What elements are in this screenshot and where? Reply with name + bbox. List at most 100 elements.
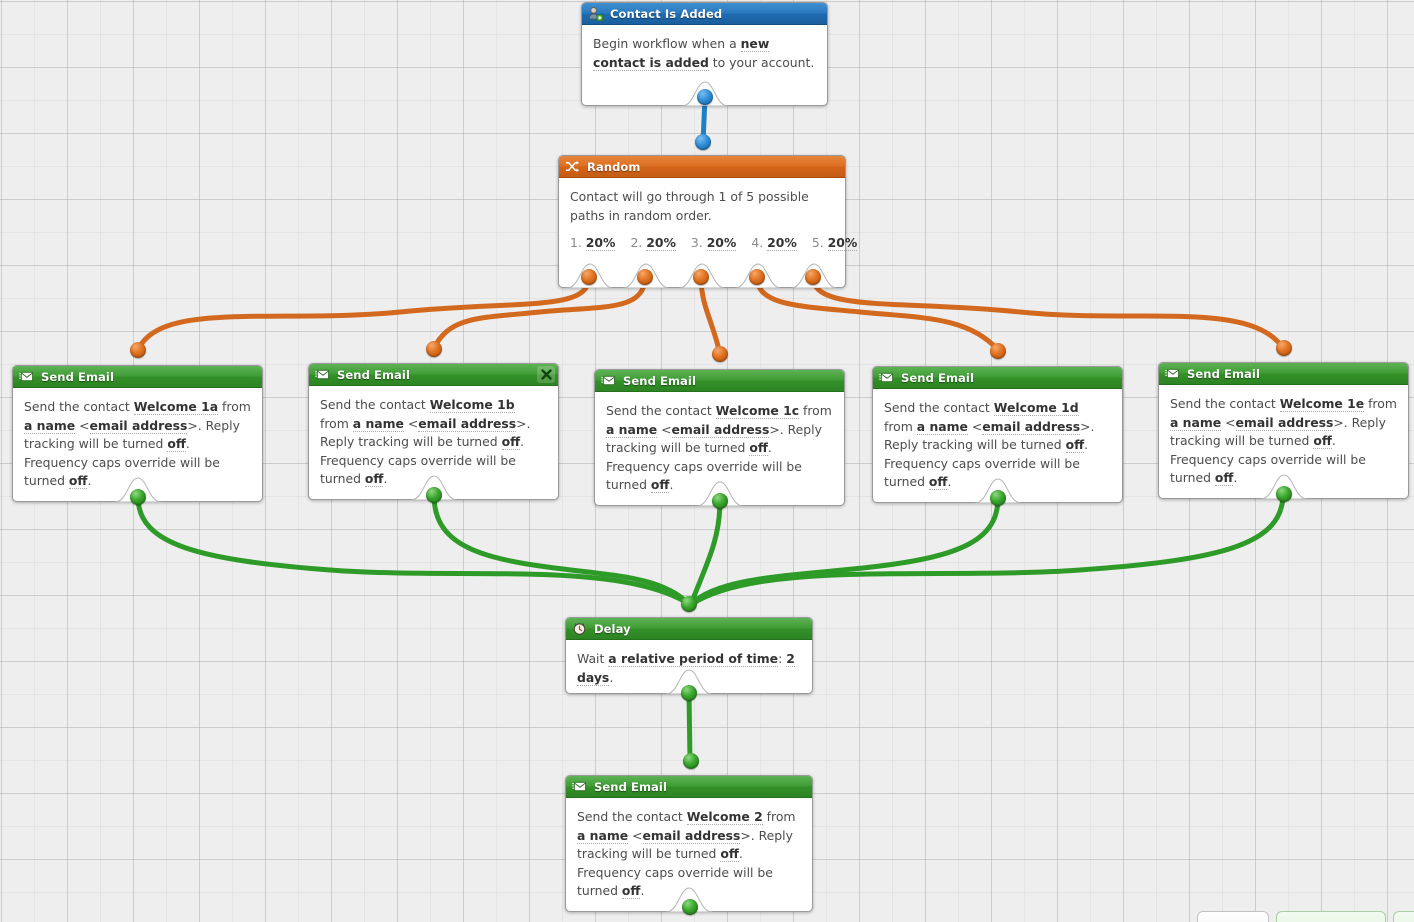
email-1c-input-knob[interactable] (712, 346, 728, 362)
node-random[interactable]: Random Contact will go through 1 of 5 po… (558, 155, 858, 288)
node-header[interactable]: Send Email (1159, 363, 1408, 385)
node-send-email-2[interactable]: Send Email Send the contact Welcome 2 fr… (565, 775, 813, 912)
random-output-knob-4[interactable] (749, 269, 765, 285)
envelope-icon (19, 371, 34, 382)
wire-1e-to-delay (689, 491, 1286, 607)
node-title: Delay (594, 621, 631, 636)
email-prefix: Send the contact (1170, 396, 1280, 411)
trigger-text-1: Begin workflow when a (593, 36, 741, 51)
delay-wait-type: a relative period of time (608, 651, 779, 667)
email-from-address: email address (982, 418, 1081, 435)
random-output-knob-1[interactable] (581, 269, 597, 285)
email-period: . (383, 471, 388, 487)
random-path-2[interactable]: 2. 20% (630, 235, 676, 252)
email-angle-open: < (967, 418, 983, 434)
email-angle-open: < (628, 827, 643, 843)
node-header[interactable]: Send Email (309, 364, 558, 386)
email-1a-output-knob[interactable] (130, 489, 146, 505)
envelope-icon (601, 375, 616, 386)
email-reply-tracking-value: off (167, 436, 186, 453)
email-from-address: email address (1235, 414, 1334, 431)
node-delay[interactable]: Delay Wait a relative period of time: 2 … (565, 617, 813, 694)
email-from-name: a name (606, 421, 658, 438)
email-period: . (947, 474, 952, 490)
node-header[interactable]: Send Email (566, 776, 812, 798)
email-from-address: email address (671, 421, 770, 438)
delay-input-knob[interactable] (681, 596, 697, 612)
email-from-label: from (1364, 396, 1397, 411)
node-title: Send Email (337, 367, 410, 382)
random-output-knob-5[interactable] (805, 269, 821, 285)
email-prefix: Send the contact (606, 403, 716, 418)
random-output-knob-2[interactable] (637, 269, 653, 285)
email-name: Welcome 1c (715, 403, 800, 419)
email-reply-tracking-value: off (749, 440, 768, 457)
node-title: Send Email (1187, 366, 1260, 381)
toolbar-button-2[interactable] (1276, 911, 1386, 922)
email-1a-input-knob[interactable] (130, 342, 146, 358)
random-path-1[interactable]: 1. 20% (570, 235, 616, 252)
node-send-email-1c[interactable]: Send Email Send the contact Welcome 1c f… (594, 369, 845, 506)
email-prefix: Send the contact (884, 400, 994, 415)
random-path-4[interactable]: 4. 20% (751, 235, 797, 252)
envelope-icon (879, 372, 894, 383)
node-header[interactable]: Send Email (595, 370, 844, 392)
email-from-name: a name (352, 415, 404, 432)
node-header[interactable]: Send Email (13, 366, 262, 388)
email-1e-input-knob[interactable] (1276, 340, 1292, 356)
email-from-label: from (884, 418, 917, 434)
email-from-address: email address (89, 417, 188, 434)
contact-add-icon (588, 7, 603, 21)
node-body: Begin workflow when a new contact is add… (582, 25, 827, 82)
node-send-email-1a[interactable]: Send Email Send the contact Welcome 1a f… (12, 365, 263, 502)
email-reply-tracking-value: off (720, 846, 739, 863)
email-from-label: from (762, 809, 796, 824)
email-1b-input-knob[interactable] (426, 341, 442, 357)
node-header[interactable]: Send Email (873, 367, 1122, 389)
workflow-canvas[interactable]: Contact Is Added Begin workflow when a n… (0, 0, 1414, 922)
node-header[interactable]: Random (559, 156, 845, 178)
email-angle-close: > (740, 827, 751, 843)
node-send-email-1b[interactable]: Send Email Send the contact Welcome 1b f… (308, 363, 559, 500)
email-angle-open: < (403, 415, 419, 431)
random-input-knob[interactable] (695, 134, 711, 150)
node-body: Send the contact Welcome 1e from a name … (1159, 385, 1408, 498)
envelope-icon (1165, 368, 1180, 379)
email-name: Welcome 1a (133, 399, 219, 415)
node-send-email-1d[interactable]: Send Email Send the contact Welcome 1d f… (872, 366, 1123, 503)
email-2-input-knob[interactable] (683, 753, 699, 769)
email-angle-open: < (1221, 414, 1236, 430)
email-period: . (669, 477, 674, 493)
random-path-3[interactable]: 3. 20% (691, 235, 737, 252)
trigger-output-knob[interactable] (697, 89, 713, 105)
email-freqcap-value: off (68, 473, 88, 490)
random-path-5[interactable]: 5. 20% (812, 235, 858, 252)
node-title: Contact Is Added (610, 6, 723, 21)
email-1e-output-knob[interactable] (1276, 486, 1292, 502)
wire-delay-to-email2 (686, 691, 693, 763)
email-angle-close: > (1080, 418, 1091, 434)
email-1c-output-knob[interactable] (712, 493, 728, 509)
node-header[interactable]: Contact Is Added (582, 3, 827, 25)
toolbar-button-1[interactable] (1197, 911, 1269, 922)
toolbar-button-3[interactable] (1393, 911, 1414, 922)
email-1d-input-knob[interactable] (990, 343, 1006, 359)
email-angle-open: < (75, 417, 90, 433)
email-from-label: from (799, 403, 832, 418)
node-title: Send Email (901, 370, 974, 385)
email-angle-close: > (187, 417, 198, 433)
delay-output-knob[interactable] (681, 685, 697, 701)
random-description: Contact will go through 1 of 5 possible … (570, 189, 809, 223)
node-send-email-1e[interactable]: Send Email Send the contact Welcome 1e f… (1158, 362, 1409, 499)
email-reply-tracking-value: off (1065, 437, 1085, 454)
email-reply-tracking-value: off (1313, 433, 1332, 450)
email-angle-close: > (769, 421, 780, 437)
email-2-output-knob[interactable] (682, 899, 698, 915)
email-1d-output-knob[interactable] (990, 490, 1006, 506)
node-title: Send Email (594, 779, 667, 794)
email-1b-output-knob[interactable] (426, 487, 442, 503)
random-output-knob-3[interactable] (693, 269, 709, 285)
node-header[interactable]: Delay (566, 618, 812, 640)
close-button[interactable] (537, 366, 555, 383)
node-title: Send Email (41, 369, 114, 384)
